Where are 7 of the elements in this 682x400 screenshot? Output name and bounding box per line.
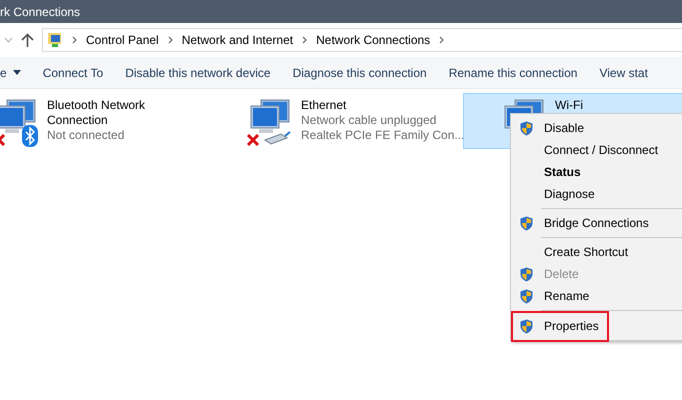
connection-name: Ethernet [301,98,348,113]
connection-name: Bluetooth Network Connection [47,98,146,128]
connection-name: Wi-Fi [555,98,584,113]
connection-status: Not connected [47,128,126,143]
connection-status: Network cable unplugged [301,113,438,128]
window-title: rk Connections [0,4,80,18]
connection-device: Realtek PCIe FE Family Con... [301,128,464,143]
